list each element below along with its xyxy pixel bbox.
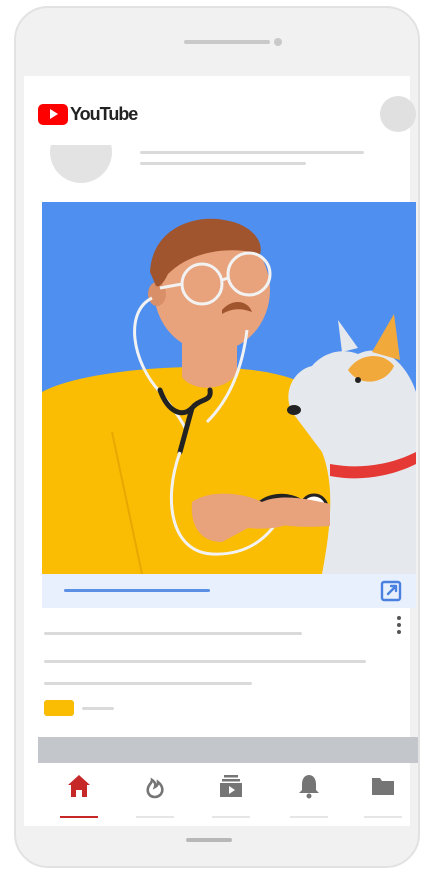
content-divider-band (38, 737, 418, 763)
library-icon (372, 778, 394, 795)
youtube-play-icon (38, 104, 68, 125)
subtitle-placeholder-line (140, 162, 306, 165)
nav-home[interactable] (56, 772, 102, 822)
ad-badge-text-line (82, 707, 114, 710)
description-line-3 (44, 682, 252, 685)
nav-notifications-underline (290, 816, 328, 818)
ad-cta-bar[interactable] (42, 574, 416, 608)
ad-media[interactable] (42, 202, 416, 574)
bottom-nav (24, 764, 410, 826)
nav-library[interactable] (360, 772, 406, 822)
app-screen: YouTube (24, 76, 418, 826)
notifications-icon (299, 775, 319, 799)
phone-frame: YouTube (14, 6, 420, 868)
ad-badge (44, 700, 74, 716)
nav-library-underline (364, 816, 402, 818)
trending-icon (146, 777, 164, 799)
nav-trending-underline (136, 816, 174, 818)
account-avatar[interactable] (380, 96, 416, 132)
nav-notifications[interactable] (286, 772, 332, 822)
description-line-1 (44, 632, 302, 635)
home-indicator[interactable] (186, 838, 232, 842)
description-line-2 (44, 660, 366, 663)
phone-speaker (184, 40, 270, 44)
subscriptions-icon (220, 775, 242, 797)
vet-illustration (42, 202, 416, 574)
home-icon (68, 775, 90, 797)
external-link-icon[interactable] (380, 580, 402, 602)
youtube-logo[interactable]: YouTube (38, 104, 138, 125)
nav-trending[interactable] (132, 772, 178, 822)
more-vert-icon[interactable] (396, 616, 402, 636)
nav-home-underline (60, 816, 98, 818)
title-placeholder-line (140, 151, 364, 154)
channel-avatar[interactable] (50, 145, 112, 183)
nav-subscriptions[interactable] (208, 772, 254, 822)
youtube-logo-text: YouTube (70, 104, 138, 124)
nav-subscriptions-underline (212, 816, 250, 818)
cta-link-placeholder[interactable] (64, 589, 210, 592)
phone-camera (274, 38, 282, 46)
